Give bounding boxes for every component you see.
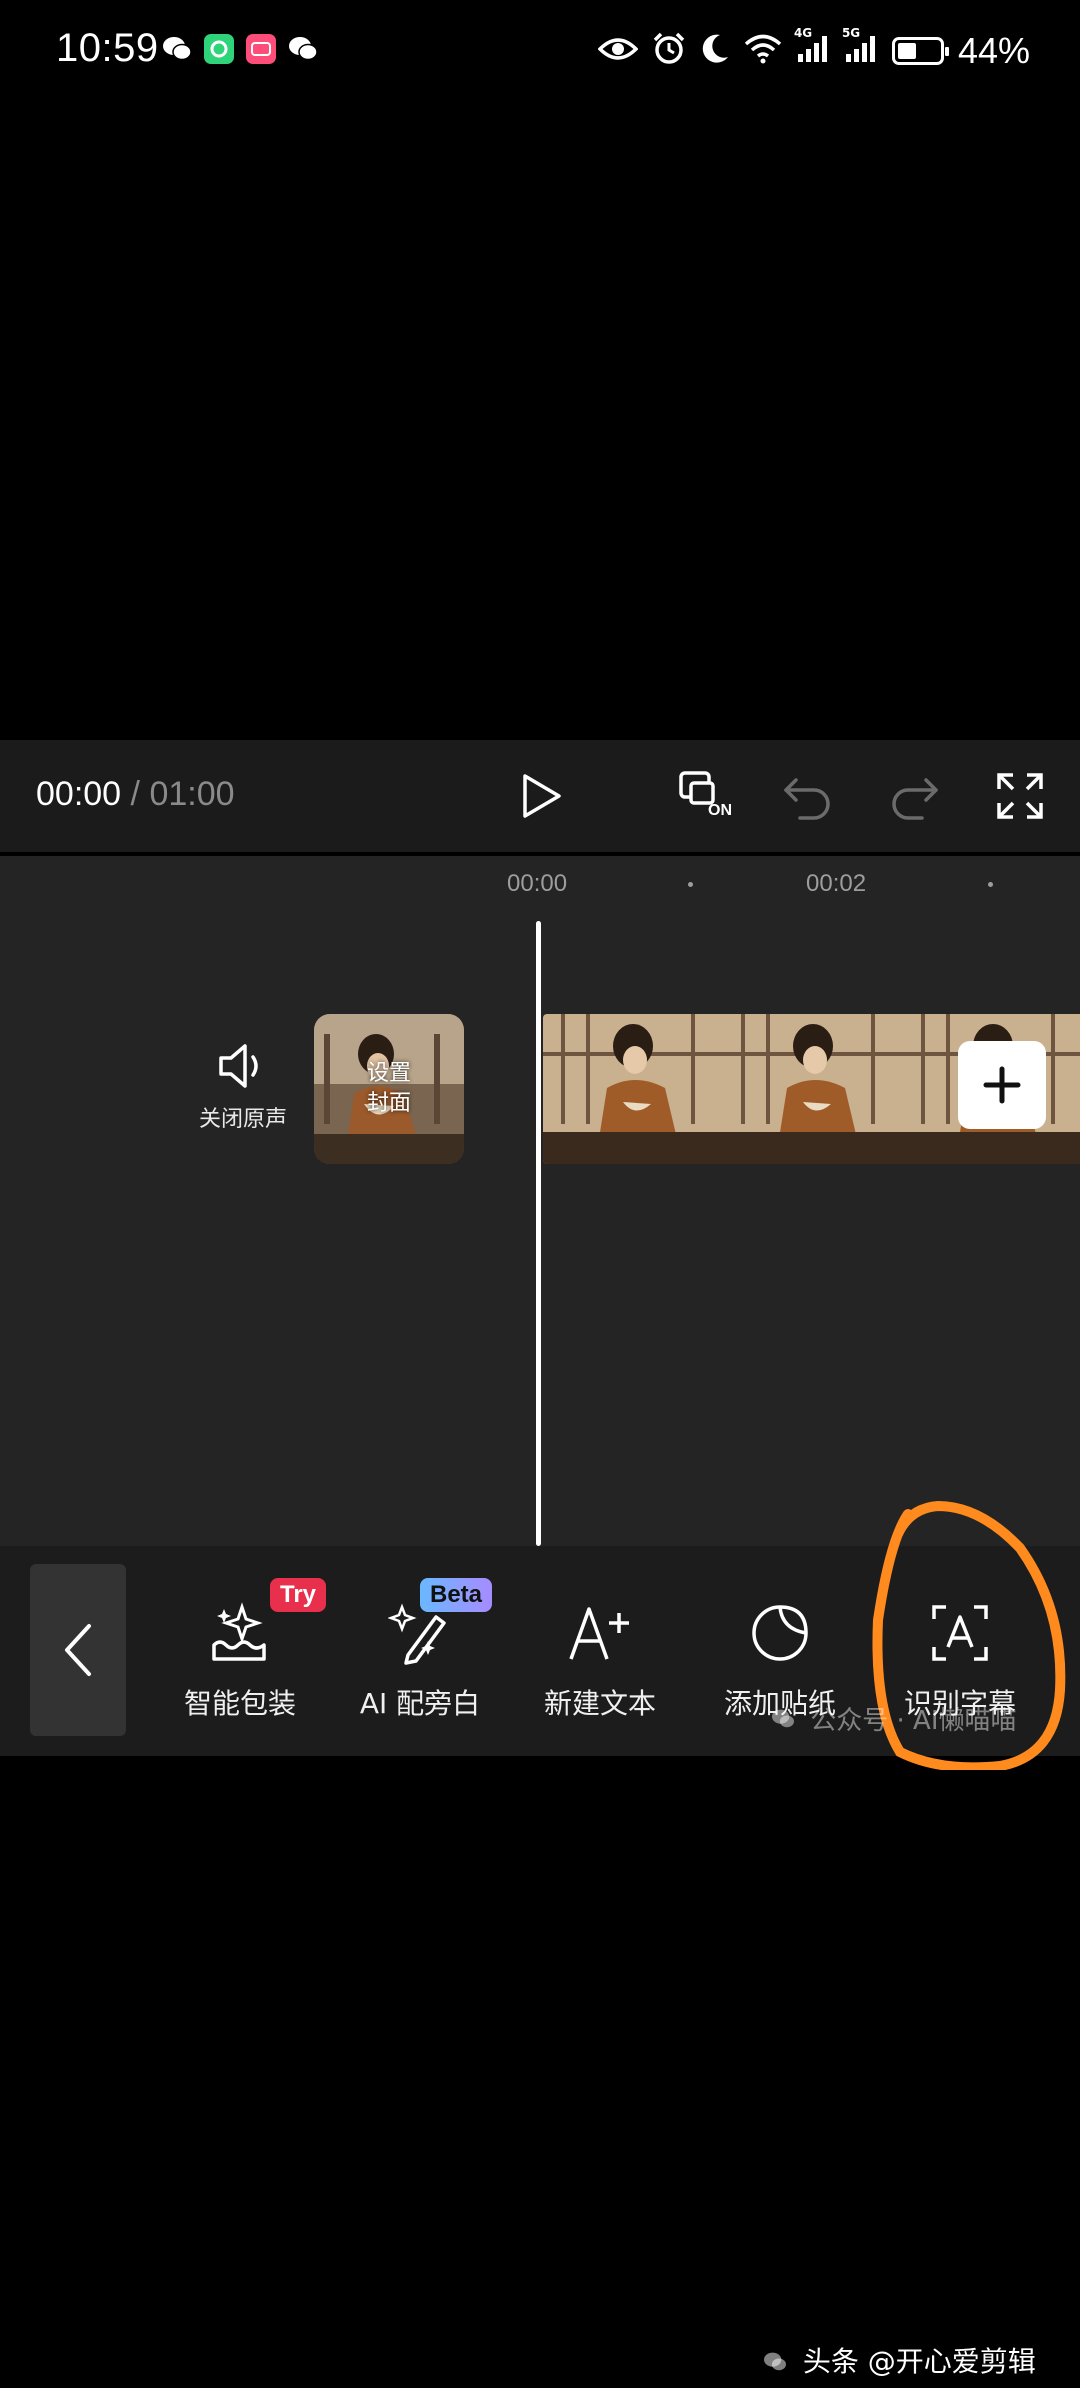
time-display: 00:00 / 01:00 xyxy=(36,775,235,814)
hd-on-badge: ON xyxy=(708,802,732,819)
current-time: 00:00 xyxy=(36,775,122,813)
player-controls: 00:00 / 01:00 ON xyxy=(0,740,1080,852)
tool-ai-narration[interactable]: Beta AI 配旁白 xyxy=(340,1578,500,1722)
tool-label: 智能包装 xyxy=(183,1687,296,1720)
signal-4g-icon: 4G xyxy=(794,26,830,68)
redo-button[interactable] xyxy=(882,764,946,828)
tool-label: 新建文本 xyxy=(543,1687,656,1720)
ruler-label: 00:02 xyxy=(806,870,867,897)
status-right: 4G 5G 44% xyxy=(597,26,1030,72)
video-frame xyxy=(543,1014,723,1164)
ruler-dot xyxy=(688,882,693,887)
timeline[interactable]: 00:00 00:02 关闭原声 设置 封面 xyxy=(0,856,1080,1546)
pink-app-icon xyxy=(246,34,276,64)
wechat-watermark-text: 公众号 · AI懒喵喵 xyxy=(810,1706,1017,1736)
add-clip-button[interactable] xyxy=(958,1041,1046,1129)
network-type-1: 4G xyxy=(793,26,813,40)
wifi-icon xyxy=(744,34,782,68)
ai-narration-icon: Beta xyxy=(340,1578,500,1668)
back-button[interactable] xyxy=(30,1564,126,1736)
cover-label: 设置 封面 xyxy=(314,1014,464,1164)
tool-smart-package[interactable]: Try 智能包装 xyxy=(160,1578,327,1722)
new-text-icon xyxy=(520,1598,680,1668)
status-time: 10:59 xyxy=(56,26,159,70)
undo-icon xyxy=(784,778,830,820)
ruler-label: 00:00 xyxy=(507,870,568,897)
toutiao-watermark: 头条 @开心爱剪辑 xyxy=(762,2340,1036,2380)
video-frame xyxy=(723,1014,903,1164)
green-app-icon xyxy=(204,34,234,64)
set-cover-button[interactable]: 设置 封面 xyxy=(314,1014,464,1164)
battery-fill xyxy=(897,43,916,59)
wechat-watermark: 公众号 · AI懒喵喵 xyxy=(770,1700,1017,1737)
play-icon xyxy=(523,774,561,818)
playhead[interactable] xyxy=(536,921,541,1546)
battery-percent: 44% xyxy=(957,30,1030,71)
plus-icon xyxy=(983,1066,1021,1104)
time-separator: / xyxy=(130,775,140,813)
tool-label: AI 配旁白 xyxy=(359,1687,481,1720)
mute-label: 关闭原声 xyxy=(198,1107,287,1132)
fullscreen-button[interactable] xyxy=(988,764,1052,828)
fullscreen-icon xyxy=(997,773,1043,819)
network-type-2: 5G xyxy=(841,26,861,40)
wechat-icon xyxy=(762,2347,788,2380)
notification-icons xyxy=(162,34,318,64)
try-badge: Try xyxy=(270,1578,327,1612)
tool-new-text[interactable]: 新建文本 xyxy=(520,1598,680,1722)
cover-label-line1: 设置 xyxy=(366,1061,411,1086)
total-time: 01:00 xyxy=(149,775,235,813)
smart-package-icon: Try xyxy=(160,1578,327,1668)
alarm-icon xyxy=(652,32,686,70)
speaker-icon xyxy=(219,1044,258,1088)
wechat-icon xyxy=(162,34,192,64)
moon-icon xyxy=(700,33,730,69)
chevron-left-icon xyxy=(65,1624,91,1676)
eye-icon xyxy=(597,35,639,67)
redo-icon xyxy=(892,778,938,820)
cover-label-line2: 封面 xyxy=(366,1091,411,1116)
sticker-icon xyxy=(700,1598,860,1668)
battery-icon xyxy=(891,37,949,65)
mute-original-audio-button[interactable]: 关闭原声 xyxy=(188,1041,298,1133)
toutiao-watermark-text: 头条 @开心爱剪辑 xyxy=(802,2345,1036,2378)
ruler-dot xyxy=(988,882,993,887)
signal-5g-icon: 5G xyxy=(842,26,878,68)
hd-toggle-button[interactable]: ON xyxy=(674,764,738,828)
status-bar: 10:59 4G 5G 44% xyxy=(0,0,1080,110)
recognize-subtitle-icon xyxy=(880,1598,1040,1668)
play-button[interactable] xyxy=(510,764,574,828)
undo-button[interactable] xyxy=(776,764,840,828)
wechat-icon xyxy=(288,34,318,64)
beta-badge: Beta xyxy=(420,1578,493,1612)
wechat-icon xyxy=(770,1707,796,1737)
